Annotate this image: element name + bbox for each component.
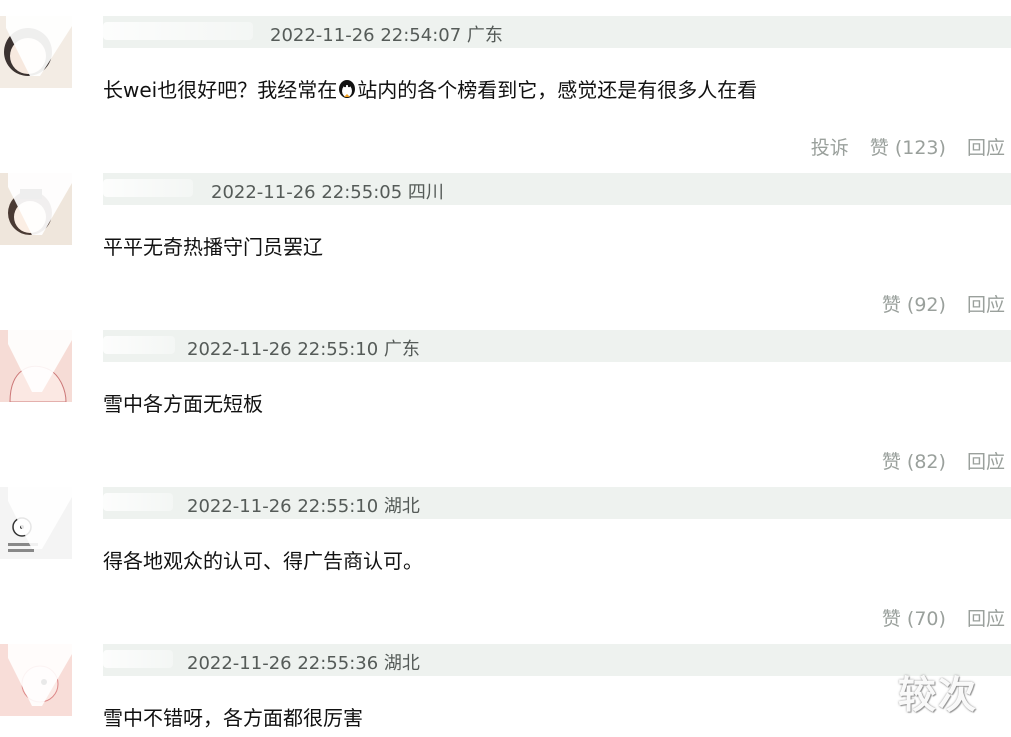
comment-meta: 2022-11-26 22:55:05 四川 bbox=[211, 178, 444, 204]
comment-item: 2022-11-26 22:55:36 湖北 雪中不错呀，各方面都很厉害 bbox=[0, 644, 1011, 737]
comment-region: 湖北 bbox=[383, 496, 420, 517]
report-link[interactable]: 投诉 bbox=[811, 137, 849, 159]
comment-text: 雪中各方面无短板 bbox=[103, 392, 263, 416]
avatar[interactable] bbox=[0, 644, 72, 716]
reply-link[interactable]: 回应 bbox=[967, 451, 1005, 473]
comment-time: 2022-11-26 22:55:05 bbox=[211, 182, 403, 203]
comment-actions: 赞 (70) 回应 bbox=[867, 604, 1005, 631]
like-link[interactable]: 赞 (70) bbox=[882, 608, 946, 630]
comment-actions: 赞 (82) 回应 bbox=[867, 447, 1005, 474]
like-link[interactable]: 赞 (92) bbox=[882, 294, 946, 316]
comment-item: 2022-11-26 22:55:10 湖北 得各地观众的认可、得广告商认可。 … bbox=[0, 487, 1011, 644]
like-link[interactable]: 赞 (82) bbox=[882, 451, 946, 473]
reply-link[interactable]: 回应 bbox=[967, 137, 1005, 159]
comment-header: 2022-11-26 22:55:10 湖北 bbox=[103, 487, 1011, 519]
avatar-image bbox=[4, 16, 72, 76]
reply-link[interactable]: 回应 bbox=[967, 294, 1005, 316]
comment-header: 2022-11-26 22:55:05 四川 bbox=[103, 173, 1011, 205]
avatar-image bbox=[8, 644, 72, 706]
comment-time: 2022-11-26 22:55:36 bbox=[187, 653, 379, 674]
reply-link[interactable]: 回应 bbox=[967, 608, 1005, 630]
comment-item: 2022-11-26 22:54:07 广东 长wei也很好吧？我经常在 站内的… bbox=[0, 16, 1011, 173]
avatar-image bbox=[8, 487, 72, 552]
comment-header: 2022-11-26 22:55:10 广东 bbox=[103, 330, 1011, 362]
username-blurred[interactable] bbox=[103, 650, 173, 668]
comment-text: 长wei也很好吧？我经常在 站内的各个榜看到它，感觉还是有很多人在看 bbox=[103, 78, 758, 102]
comment-actions: 赞 (92) 回应 bbox=[867, 290, 1005, 317]
avatar[interactable] bbox=[0, 173, 72, 245]
comment-header: 2022-11-26 22:54:07 广东 bbox=[103, 16, 1011, 48]
comment-meta: 2022-11-26 22:54:07 广东 bbox=[270, 21, 503, 47]
penguin-icon bbox=[339, 80, 356, 98]
comment-text: 平平无奇热播守门员罢辽 bbox=[103, 235, 323, 259]
comment-header: 2022-11-26 22:55:36 湖北 bbox=[103, 644, 1011, 676]
comment-meta: 2022-11-26 22:55:10 广东 bbox=[187, 335, 420, 361]
comment-text: 雪中不错呀，各方面都很厉害 bbox=[103, 706, 363, 730]
comment-item: 2022-11-26 22:55:05 四川 平平无奇热播守门员罢辽 赞 (92… bbox=[0, 173, 1011, 330]
watermark-text: 较次 bbox=[898, 673, 979, 717]
comment-time: 2022-11-26 22:55:10 bbox=[187, 496, 379, 517]
comment-meta: 2022-11-26 22:55:36 湖北 bbox=[187, 649, 420, 675]
avatar[interactable] bbox=[0, 16, 72, 88]
comment-actions: 投诉 赞 (123) 回应 bbox=[796, 133, 1005, 160]
username-blurred[interactable] bbox=[103, 493, 173, 511]
comment-item: 2022-11-26 22:55:10 广东 雪中各方面无短板 赞 (82) 回… bbox=[0, 330, 1011, 487]
comment-region: 湖北 bbox=[383, 653, 420, 674]
username-blurred[interactable] bbox=[103, 22, 253, 40]
username-blurred[interactable] bbox=[103, 179, 193, 197]
comment-time: 2022-11-26 22:55:10 bbox=[187, 339, 379, 360]
avatar[interactable] bbox=[0, 330, 72, 402]
avatar-image bbox=[8, 173, 72, 235]
comment-region: 广东 bbox=[466, 25, 503, 46]
comment-region: 广东 bbox=[383, 339, 420, 360]
comment-text: 得各地观众的认可、得广告商认可。 bbox=[103, 549, 423, 573]
comment-meta: 2022-11-26 22:55:10 湖北 bbox=[187, 492, 420, 518]
avatar-image bbox=[8, 330, 72, 402]
avatar[interactable] bbox=[0, 487, 72, 559]
comment-region: 四川 bbox=[407, 182, 444, 203]
username-blurred[interactable] bbox=[103, 336, 175, 354]
like-link[interactable]: 赞 (123) bbox=[870, 137, 946, 159]
comment-time: 2022-11-26 22:54:07 bbox=[270, 25, 462, 46]
